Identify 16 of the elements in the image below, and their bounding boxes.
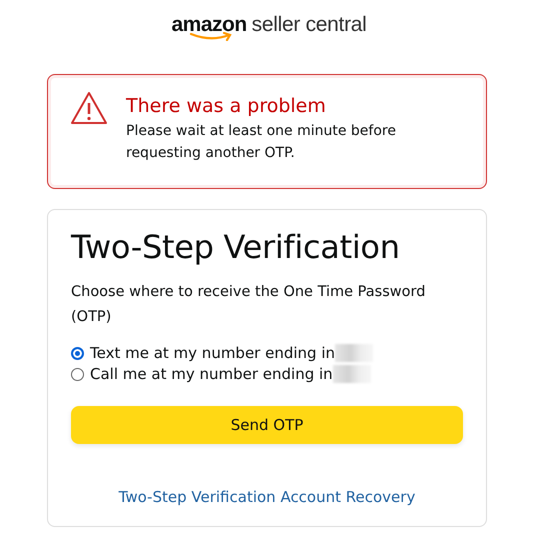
logo-brand: amazon <box>171 14 247 36</box>
recovery-link[interactable]: Two-Step Verification Account Recovery <box>118 488 416 506</box>
radio-button[interactable] <box>71 368 84 380</box>
redacted-digits <box>335 344 374 362</box>
option-label: Call me at my number ending in <box>90 365 333 383</box>
page-title: Two-Step Verification <box>71 228 401 266</box>
logo-product: seller central <box>252 14 367 36</box>
alert-title: There was a problem <box>126 95 327 117</box>
option-label: Text me at my number ending in <box>90 344 336 362</box>
send-otp-button[interactable]: Send OTP <box>71 406 463 444</box>
redacted-digits <box>332 365 371 383</box>
warning-icon <box>70 91 108 125</box>
alert-message: Please wait at least one minute before requesting another OTP. <box>126 122 397 163</box>
smile-arrow-icon <box>189 32 234 41</box>
radio-button[interactable] <box>71 346 84 360</box>
instructions: Choose where to receive the One Time Password (OTP) <box>71 283 426 327</box>
